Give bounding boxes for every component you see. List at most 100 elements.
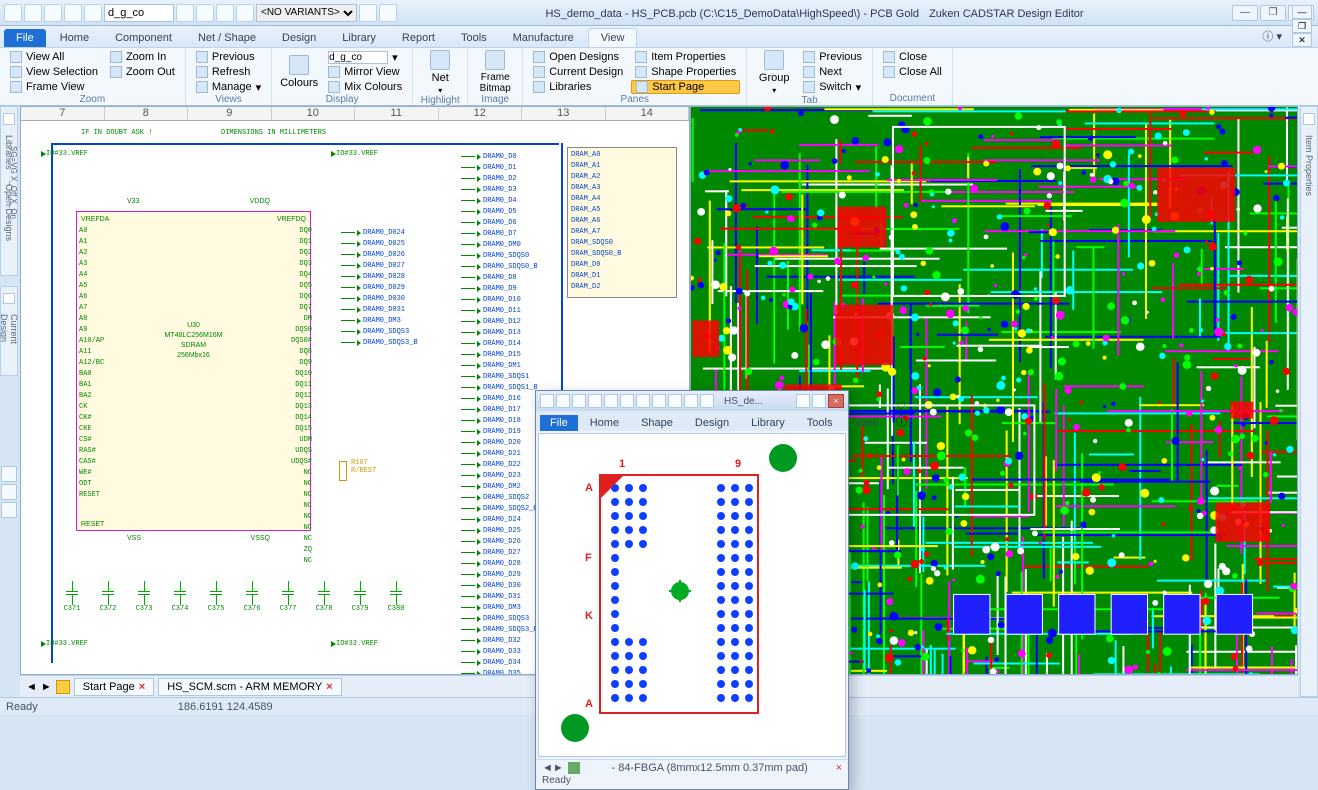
popup-tool-icon[interactable] — [572, 394, 586, 408]
vtool2-icon[interactable] — [1, 484, 17, 500]
shape-properties-button[interactable]: Shape Properties — [631, 65, 740, 79]
doc-close-button[interactable]: Close — [879, 50, 946, 64]
popup-canvas[interactable]: 1 9 A F K A — [538, 433, 846, 757]
bga-pad[interactable] — [745, 526, 753, 534]
bga-pad[interactable] — [611, 624, 619, 632]
bga-pad[interactable] — [745, 666, 753, 674]
capacitor[interactable]: C371 — [61, 581, 83, 613]
popup-close-tab-icon[interactable]: × — [836, 762, 842, 774]
start-page-button[interactable]: Start Page — [631, 80, 740, 94]
mdi-minimize-button[interactable]: — — [1292, 5, 1312, 19]
bga-pad[interactable] — [717, 652, 725, 660]
colours-button[interactable]: Colours — [278, 50, 320, 94]
bga-pad[interactable] — [625, 498, 633, 506]
popup-app-icon[interactable] — [540, 394, 554, 408]
bga-pad[interactable] — [639, 498, 647, 506]
bga-pad[interactable] — [717, 582, 725, 590]
bga-pad[interactable] — [717, 540, 725, 548]
popup-tool-icon[interactable] — [588, 394, 602, 408]
maximize-button[interactable]: ❐ — [1260, 5, 1286, 21]
bga-pad[interactable] — [611, 540, 619, 548]
bga-pad[interactable] — [731, 498, 739, 506]
tab-nav-right-icon[interactable]: ► — [41, 681, 52, 693]
display-search-input[interactable]: ▾ — [324, 50, 406, 64]
popup-part-name[interactable]: - 84-FBGA (8mmx12.5mm 0.37mm pad) — [584, 762, 836, 774]
tab-library[interactable]: Library — [330, 29, 388, 47]
app-icon[interactable] — [4, 4, 22, 22]
bga-pad[interactable] — [731, 624, 739, 632]
bga-pad[interactable] — [731, 666, 739, 674]
fiducial-pad[interactable] — [561, 714, 589, 742]
bga-pad[interactable] — [625, 526, 633, 534]
bga-pad[interactable] — [625, 638, 633, 646]
bga-pad[interactable] — [625, 680, 633, 688]
bga-pad[interactable] — [611, 568, 619, 576]
resistor[interactable] — [339, 461, 347, 481]
bga-pad[interactable] — [717, 568, 725, 576]
popup-tool-icon[interactable] — [668, 394, 682, 408]
tab-nav-left-icon[interactable]: ◄ — [26, 681, 37, 693]
bga-pad[interactable] — [731, 568, 739, 576]
side-tab-item-properties[interactable]: Item Properties — [1304, 131, 1314, 200]
schematic-chip[interactable]: V33 VDDQ VREFDA VREFDQ U30 MT48LC256M16M… — [76, 211, 311, 531]
bga-pad[interactable] — [611, 666, 619, 674]
qat-tool2-icon[interactable] — [216, 4, 234, 22]
bga-pad[interactable] — [745, 638, 753, 646]
popup-tab-shape[interactable]: Shape — [631, 415, 683, 431]
bga-pad[interactable] — [611, 680, 619, 688]
tab-design[interactable]: Design — [270, 29, 328, 47]
bga-pad[interactable] — [717, 624, 725, 632]
bga-pad[interactable] — [611, 554, 619, 562]
capacitor[interactable]: C375 — [205, 581, 227, 613]
bga-pad[interactable] — [717, 554, 725, 562]
bga-pad[interactable] — [639, 652, 647, 660]
popup-tool-icon[interactable] — [684, 394, 698, 408]
bga-pad[interactable] — [731, 512, 739, 520]
views-manage-button[interactable]: Manage ▾ — [192, 80, 265, 94]
close-tab-icon[interactable]: × — [139, 681, 145, 693]
bga-pad[interactable] — [717, 666, 725, 674]
tab-manufacture[interactable]: Manufacture — [501, 29, 586, 47]
capacitor[interactable]: C380 — [385, 581, 407, 613]
bga-pad[interactable] — [611, 596, 619, 604]
libraries-button[interactable]: Libraries — [529, 80, 627, 94]
bga-pad[interactable] — [611, 512, 619, 520]
bga-pad[interactable] — [745, 680, 753, 688]
popup-tab-view[interactable]: View — [844, 415, 888, 431]
capacitor[interactable]: C378 — [313, 581, 335, 613]
popup-titlebar[interactable]: HS_de... × — [536, 391, 848, 411]
popup-tab-home[interactable]: Home — [580, 415, 629, 431]
bga-pad[interactable] — [639, 540, 647, 548]
bga-pad[interactable] — [745, 694, 753, 702]
capacitor[interactable]: C374 — [169, 581, 191, 613]
side-tab-sg-vg[interactable]: SG=VG X_Off X_On — [0, 106, 18, 219]
bga-pad[interactable] — [745, 498, 753, 506]
bga-pad[interactable] — [639, 638, 647, 646]
bga-pad[interactable] — [731, 582, 739, 590]
fiducial-pad[interactable] — [769, 444, 797, 472]
frame-view-button[interactable]: Frame View — [6, 80, 102, 94]
tab-tools[interactable]: Tools — [449, 29, 499, 47]
popup-tab-file[interactable]: File — [540, 415, 578, 431]
bga-pad[interactable] — [717, 596, 725, 604]
bga-pad[interactable] — [639, 484, 647, 492]
popup-tab-tools[interactable]: Tools — [797, 415, 843, 431]
capacitor[interactable]: C376 — [241, 581, 263, 613]
popup-save-icon[interactable] — [556, 394, 570, 408]
bga-pad[interactable] — [639, 512, 647, 520]
mdi-close-button[interactable]: ✕ — [1292, 33, 1312, 47]
popup-minimize-button[interactable] — [796, 394, 810, 408]
bga-pad[interactable] — [625, 694, 633, 702]
frame-bitmap-button[interactable]: Frame Bitmap — [474, 50, 516, 94]
vtool3-icon[interactable] — [1, 502, 17, 518]
bga-pad[interactable] — [731, 540, 739, 548]
bga-pad[interactable] — [625, 652, 633, 660]
tab-previous-button[interactable]: Previous — [799, 50, 866, 64]
bga-pad[interactable] — [731, 596, 739, 604]
item-properties-button[interactable]: Item Properties — [631, 50, 740, 64]
tab-file[interactable]: File — [4, 29, 46, 47]
bga-pad[interactable] — [745, 484, 753, 492]
zoom-in-button[interactable]: Zoom In — [106, 50, 179, 64]
popup-close-button[interactable]: × — [828, 394, 844, 408]
bga-pad[interactable] — [611, 610, 619, 618]
